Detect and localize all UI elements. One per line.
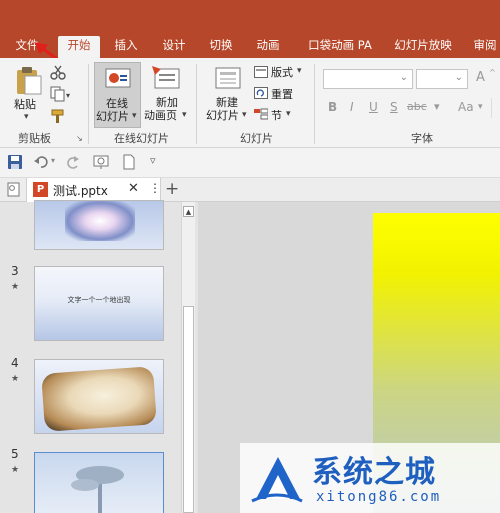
undo-icon[interactable] <box>33 154 49 170</box>
tab-list-icon[interactable] <box>6 182 21 197</box>
separator <box>196 64 197 144</box>
slide-thumbnail-3[interactable]: 文字一个一个地出现 <box>34 266 164 341</box>
new-animation-page-icon[interactable] <box>152 66 180 90</box>
customize-qat-icon[interactable]: ▿ <box>150 154 156 167</box>
slide-image <box>65 201 135 241</box>
increase-font-size-button[interactable]: A <box>476 70 485 85</box>
slideshow-from-start-icon[interactable] <box>93 154 109 170</box>
thumbnail-scrollbar[interactable]: ▲ <box>181 202 195 513</box>
new-slide-label-2[interactable]: 幻灯片 <box>206 109 239 122</box>
online-slides-group-label: 在线幻灯片 <box>114 132 169 145</box>
reset-button[interactable]: 重置 <box>271 86 293 102</box>
new-slide-icon[interactable] <box>214 66 242 90</box>
slide-number: 3 <box>11 264 19 278</box>
underline-button[interactable]: U <box>369 100 378 114</box>
new-animation-page-label-1[interactable]: 新加 <box>156 96 178 109</box>
animation-star-icon: ★ <box>11 282 20 292</box>
new-animation-page-label-2[interactable]: 动画页 <box>144 109 177 122</box>
document-tab-bar: P 测试.pptx ✕ ⋮ + <box>0 178 500 202</box>
copy-icon[interactable]: ▾ <box>50 86 72 102</box>
shadow-button[interactable]: S <box>390 100 398 114</box>
slide-thumbnail-pane: 3 ★ 文字一个一个地出现 4 ★ 5 ★ <box>0 200 198 513</box>
online-slides-label-2: 幻灯片 <box>96 110 129 123</box>
redo-icon[interactable] <box>65 154 81 170</box>
font-name-combobox[interactable]: ⌄ <box>323 69 413 89</box>
tab-animations[interactable]: 动画 <box>254 36 282 58</box>
watermark-brand: 系统之城 <box>312 455 436 490</box>
tab-review[interactable]: 审阅 <box>471 36 499 58</box>
slide-thumbnail-5[interactable] <box>34 452 164 513</box>
bold-button[interactable]: B <box>328 100 337 114</box>
slide-thumbnail-4[interactable] <box>34 359 164 434</box>
scroll-up-icon[interactable]: ▲ <box>183 206 194 217</box>
online-slides-button[interactable]: 在线 幻灯片 ▾ <box>94 62 141 128</box>
reset-icon <box>254 87 268 99</box>
section-dropdown-icon[interactable]: ▾ <box>286 109 291 119</box>
scroll-thumb[interactable] <box>183 306 194 513</box>
separator <box>88 64 89 144</box>
ribbon-home: 粘贴 ▾ ▾ 剪贴板 ↘ 在线 幻灯片 ▾ 新加 动画页 ▾ 在线幻灯片 新建 … <box>0 58 500 148</box>
layout-dropdown-icon[interactable]: ▾ <box>297 66 302 76</box>
animation-star-icon: ★ <box>11 465 20 475</box>
new-slide-dropdown-icon[interactable]: ▾ <box>242 110 247 120</box>
increase-font-icon: ^ <box>489 68 496 77</box>
font-group-label: 字体 <box>411 132 433 145</box>
tab-more-icon[interactable]: ⋮ <box>149 181 161 195</box>
tab-design[interactable]: 设计 <box>160 36 188 58</box>
paste-icon[interactable] <box>14 66 42 96</box>
tab-pocket-animation[interactable]: 口袋动画 PA <box>304 36 376 58</box>
spacing-dropdown-icon[interactable]: ▾ <box>434 100 440 113</box>
slide-number: 5 <box>11 447 19 461</box>
paste-dropdown-icon[interactable]: ▾ <box>24 112 29 122</box>
clipboard-group-label: 剪贴板 <box>18 132 51 145</box>
slides-group-label: 幻灯片 <box>240 132 273 145</box>
undo-dropdown-icon[interactable]: ▾ <box>51 156 55 165</box>
tab-transitions[interactable]: 切换 <box>207 36 235 58</box>
font-size-dropdown-icon[interactable]: ⌄ <box>455 72 463 83</box>
separator <box>491 98 492 118</box>
new-document-icon[interactable] <box>121 154 137 170</box>
slide-number: 4 <box>11 356 19 370</box>
watermark-url: xitong86.com <box>316 489 442 505</box>
save-icon[interactable] <box>7 154 23 170</box>
quick-access-toolbar: ▾ ▿ <box>0 148 500 178</box>
slide-thumbnail-2[interactable] <box>34 200 164 250</box>
online-slides-dropdown-icon: ▾ <box>132 111 137 121</box>
powerpoint-window: 文件 开始 插入 设计 切换 动画 口袋动画 PA 幻灯片放映 审阅 粘贴 ▾ <box>0 0 500 513</box>
layout-icon <box>254 66 268 78</box>
ribbon-tab-bar: 文件 开始 插入 设计 切换 动画 口袋动画 PA 幻灯片放映 审阅 <box>0 0 500 72</box>
section-icon <box>254 108 268 120</box>
document-filename: 测试.pptx <box>53 184 108 198</box>
svg-text:▾: ▾ <box>66 91 70 100</box>
document-tab[interactable]: P 测试.pptx ✕ ⋮ <box>26 178 161 202</box>
new-animation-page-dropdown-icon[interactable]: ▾ <box>182 110 187 120</box>
slide-image <box>71 466 124 513</box>
section-button[interactable]: 节 <box>271 107 282 123</box>
paste-button[interactable]: 粘贴 <box>14 98 36 111</box>
pptx-file-icon: P <box>33 182 48 197</box>
format-painter-icon[interactable] <box>50 108 66 124</box>
watermark-logo <box>251 457 303 503</box>
strikethrough-button[interactable]: abc <box>407 100 427 113</box>
font-size-combobox[interactable]: ⌄ <box>416 69 468 89</box>
cut-icon[interactable] <box>50 64 66 80</box>
layout-button[interactable]: 版式 <box>271 64 293 80</box>
slide-image <box>41 366 157 432</box>
tab-slideshow[interactable]: 幻灯片放映 <box>392 36 454 58</box>
watermark: 系统之城 xitong86.com <box>240 443 500 513</box>
animation-star-icon: ★ <box>11 374 20 384</box>
new-slide-label-1[interactable]: 新建 <box>216 96 238 109</box>
slide-text: 文字一个一个地出现 <box>67 296 131 304</box>
change-case-dropdown-icon[interactable]: ▾ <box>478 102 483 112</box>
new-tab-icon[interactable]: + <box>165 179 179 199</box>
tab-insert[interactable]: 插入 <box>112 36 140 58</box>
clipboard-launcher-icon[interactable]: ↘ <box>76 134 83 143</box>
online-slides-label-1: 在线 <box>106 97 128 110</box>
separator <box>314 64 315 144</box>
italic-button[interactable]: I <box>350 100 354 114</box>
change-case-button[interactable]: Aa <box>458 100 474 114</box>
online-slides-icon <box>105 68 131 88</box>
font-name-dropdown-icon[interactable]: ⌄ <box>400 72 408 83</box>
close-tab-icon[interactable]: ✕ <box>128 181 139 196</box>
